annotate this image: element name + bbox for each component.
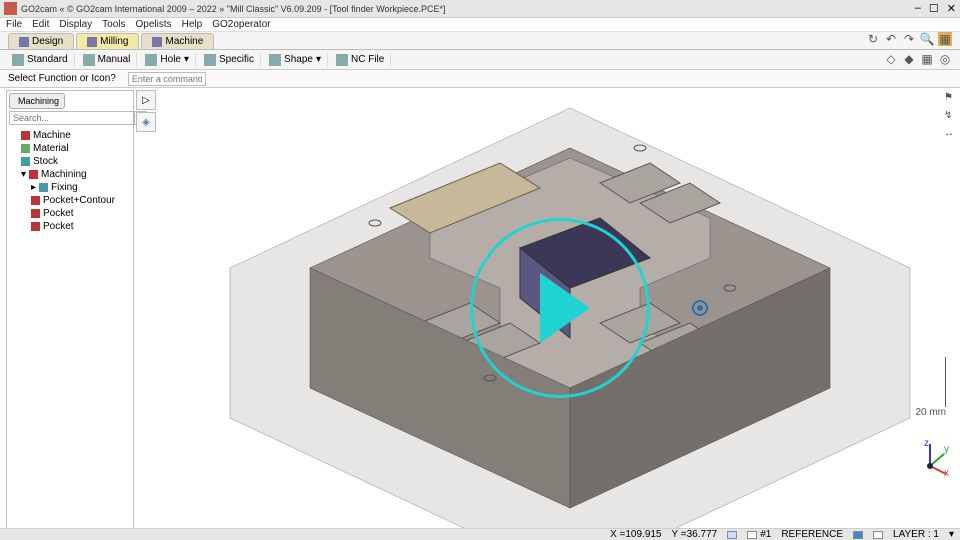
close-button[interactable]: ✕ [947,2,956,15]
workpiece-render [160,88,960,528]
tab-machine[interactable]: Machine [141,33,214,49]
status-line[interactable] [873,531,883,539]
shield-button[interactable]: ◈ [136,112,156,132]
shape-icon [269,54,281,66]
tab-milling[interactable]: Milling [76,33,139,49]
minimize-button[interactable]: – [915,2,921,15]
hole-icon [145,54,157,66]
menu-bar: File Edit Display Tools Opelists Help GO… [0,18,960,32]
panel-tab-machining[interactable]: Machining [9,93,65,109]
ncfile-icon [336,54,348,66]
svg-text:y: y [944,444,949,455]
app-icon [4,2,17,15]
tree-material[interactable]: Material [11,142,129,155]
svg-text:x: x [944,468,949,478]
status-layer[interactable]: LAYER : 1 [893,529,939,540]
milling-icon [87,37,97,47]
axis-triad: x y z [910,438,950,478]
status-x: X =109.915 [610,529,661,540]
tree-pocketcontour[interactable]: Pocket+Contour [11,194,129,207]
ribbon-toolbar: Standard Manual Hole▾ Specific Shape▾ NC… [0,50,960,70]
design-icon [19,37,29,47]
hole-button[interactable]: Hole▾ [139,53,196,67]
tree-machine[interactable]: Machine [11,129,129,142]
grid-icon[interactable]: ▦ [920,52,934,66]
menu-help[interactable]: Help [182,19,203,30]
prompt-bar: Select Function or Icon? [0,70,960,88]
scale-indicator: 20 mm [915,357,946,418]
title-bar: GO2cam « © GO2cam International 2009 – 2… [0,0,960,18]
eye-icon[interactable]: ◎ [938,52,952,66]
status-layer-box[interactable]: #1 [747,529,771,540]
manual-button[interactable]: Manual [77,53,138,67]
menu-edit[interactable]: Edit [32,19,49,30]
shape-button[interactable]: Shape▾ [263,53,328,67]
play-button[interactable]: ▷ [136,90,156,110]
undo-icon[interactable]: ↶ [884,32,898,46]
tree-machining[interactable]: ▾Machining [11,168,129,181]
shade-icon[interactable]: ◆ [902,52,916,66]
menu-tools[interactable]: Tools [102,19,125,30]
redo-icon[interactable]: ↷ [902,32,916,46]
menu-opelists[interactable]: Opelists [136,19,172,30]
svg-text:z: z [924,438,929,449]
maximize-button[interactable]: ☐ [929,2,939,15]
status-color[interactable] [853,531,863,539]
tab-design[interactable]: Design [8,33,74,49]
status-bar: X =109.915 Y =36.777 #1 REFERENCE LAYER … [0,528,960,540]
status-reference[interactable]: REFERENCE [781,529,843,540]
cube-icon[interactable]: ▦ [938,32,952,46]
status-y: Y =36.777 [672,529,718,540]
machine-icon [152,37,162,47]
mode-tabs: Design Milling Machine [0,32,960,50]
specific-icon [204,54,216,66]
tree-pocket2[interactable]: Pocket [11,220,129,233]
prompt-text: Select Function or Icon? [8,73,116,84]
tree-view: Machine Material Stock ▾Machining ▸Fixin… [7,127,133,235]
search-input[interactable] [9,111,134,125]
standard-icon [12,54,24,66]
menu-go2operator[interactable]: GO2operator [212,19,270,30]
tree-pocket1[interactable]: Pocket [11,207,129,220]
standard-button[interactable]: Standard [6,53,75,67]
tree-stock[interactable]: Stock [11,155,129,168]
tree-fixing[interactable]: ▸Fixing [11,181,129,194]
command-input[interactable] [128,72,206,86]
side-tool-column: ▷ ◈ [136,90,158,526]
zoom-icon[interactable]: 🔍 [920,32,934,46]
ncfile-button[interactable]: NC File [330,53,391,67]
window-title: GO2cam « © GO2cam International 2009 – 2… [21,4,915,14]
specific-button[interactable]: Specific [198,53,261,67]
manual-icon [83,54,95,66]
menu-file[interactable]: File [6,19,22,30]
wire-icon[interactable]: ◇ [884,52,898,66]
status-toggle-1[interactable] [727,531,737,539]
viewport-3d[interactable]: ↻ ↶ ↷ 🔍 ▦ ◇ ◆ ▦ ◎ ⚑ ↯ ↔ [160,88,960,528]
refresh-icon[interactable]: ↻ [866,32,880,46]
menu-display[interactable]: Display [59,19,92,30]
side-panel: Machining 🔍 Machine Material Stock ▾Mach… [6,90,134,530]
